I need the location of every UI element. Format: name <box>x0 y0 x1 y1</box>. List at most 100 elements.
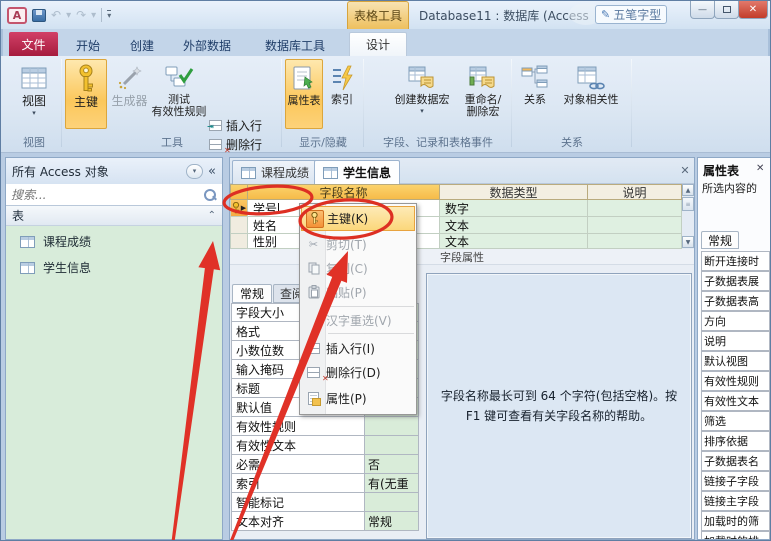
grid-header-description[interactable]: 说明 <box>588 184 682 200</box>
redo-dropdown-icon[interactable]: ▾ <box>91 10 96 21</box>
property-sheet-button[interactable]: 属性表 <box>285 59 323 129</box>
menu-item-insert-rows[interactable]: ⇥ 插入行(I) <box>301 336 415 360</box>
nav-item-student-info[interactable]: 学生信息 <box>6 255 222 280</box>
contextual-tool-tab[interactable]: 表格工具 <box>347 1 409 29</box>
sheet-row[interactable]: 加载时的排 <box>701 531 770 539</box>
property-sheet-close-icon[interactable]: ✕ <box>756 163 764 174</box>
shutter-bar-close-icon[interactable]: « <box>208 164 216 179</box>
scroll-up-icon[interactable]: ▲ <box>682 184 694 196</box>
relationships-button[interactable]: 关系 <box>515 59 555 129</box>
sheet-row[interactable]: 断开连接时 <box>701 251 770 271</box>
property-value[interactable] <box>365 493 419 512</box>
property-name[interactable]: 有效性文本 <box>231 436 365 455</box>
grid-vertical-scrollbar[interactable]: ▲ ≡ ▼ <box>682 184 694 249</box>
builder-button[interactable]: 生成器 <box>108 59 151 129</box>
description-cell[interactable] <box>588 217 682 234</box>
sheet-row[interactable]: 子数据表展 <box>701 271 770 291</box>
sheet-row[interactable]: 筛选 <box>701 411 770 431</box>
group-separator <box>631 59 632 147</box>
menu-item-delete-rows[interactable]: ✕ 删除行(D) <box>301 360 415 384</box>
access-logo-icon[interactable]: A <box>7 6 27 24</box>
sheet-row[interactable]: 排序依据 <box>701 431 770 451</box>
description-cell[interactable] <box>588 234 682 249</box>
row-selector[interactable] <box>230 217 248 234</box>
current-row-marker: ▶ <box>240 204 247 212</box>
tab-external-data[interactable]: 外部数据 <box>171 35 243 56</box>
property-value[interactable]: 常规 <box>365 512 419 531</box>
property-value[interactable] <box>365 436 419 455</box>
table-icon <box>323 166 338 179</box>
relationships-icon <box>521 62 549 94</box>
property-name[interactable]: 必需 <box>231 455 365 474</box>
search-input[interactable] <box>6 187 202 202</box>
insert-rows-button[interactable]: ⇥ 插入行 <box>207 116 262 135</box>
scrollbar-thumb[interactable]: ≡ <box>682 197 694 211</box>
sheet-row[interactable]: 子数据表名 <box>701 451 770 471</box>
close-button[interactable]: ✕ <box>738 1 768 19</box>
row-selector-selected[interactable]: ▶ <box>230 200 248 217</box>
doc-tab-course-scores[interactable]: 课程成绩 <box>232 160 319 184</box>
nav-item-course-scores[interactable]: 课程成绩 <box>6 229 222 254</box>
description-cell[interactable] <box>588 200 682 217</box>
undo-dropdown-icon[interactable]: ▾ <box>66 10 71 21</box>
grid-corner-header[interactable] <box>230 184 248 200</box>
property-name[interactable]: 文本对齐 <box>231 512 365 531</box>
close-document-icon[interactable]: ✕ <box>678 164 692 177</box>
customize-qat-icon[interactable]: ▾ <box>107 10 112 20</box>
sheet-row[interactable]: 说明 <box>701 331 770 351</box>
view-button[interactable]: 视图 ▾ <box>11 59 57 129</box>
tab-database-tools[interactable]: 数据库工具 <box>247 35 343 56</box>
primary-key-button[interactable]: 主键 <box>65 59 107 129</box>
sheet-row[interactable]: 有效性规则 <box>701 371 770 391</box>
tab-create[interactable]: 创建 <box>117 35 167 56</box>
row-selector[interactable] <box>230 234 248 249</box>
property-value[interactable]: 否 <box>365 455 419 474</box>
minimize-button[interactable]: — <box>690 1 715 19</box>
sheet-row[interactable]: 加载时的筛 <box>701 511 770 531</box>
create-data-macros-dropdown-icon: ▾ <box>420 107 424 115</box>
doc-tab-student-info-active[interactable]: 学生信息 <box>314 160 401 184</box>
nav-section-tables[interactable]: 表 ⌃ <box>6 206 222 226</box>
property-value[interactable] <box>365 417 419 436</box>
scroll-down-icon[interactable]: ▼ <box>682 236 694 248</box>
test-validation-button[interactable]: 测试 有效性规则 <box>151 59 207 129</box>
sheet-row[interactable]: 链接主字段 <box>701 491 770 511</box>
redo-icon[interactable]: ↷ <box>76 8 86 22</box>
property-sheet-tab-general[interactable]: 常规 <box>701 231 739 249</box>
menu-item-properties[interactable]: 属性(P) <box>301 386 415 410</box>
sheet-row[interactable]: 方向 <box>701 311 770 331</box>
search-icon[interactable] <box>202 187 218 203</box>
property-name[interactable]: 索引 <box>231 474 365 493</box>
undo-icon[interactable]: ↶ <box>51 8 61 22</box>
group-label-tools: 工具 <box>161 136 183 149</box>
menu-item-label: 剪切(T) <box>326 237 367 252</box>
sheet-row[interactable]: 默认视图 <box>701 351 770 371</box>
save-icon[interactable] <box>32 8 46 22</box>
data-type-cell[interactable]: 数字 <box>440 200 588 217</box>
sheet-row[interactable]: 链接子字段 <box>701 471 770 491</box>
tab-file[interactable]: 文件 <box>9 32 58 56</box>
indexes-button[interactable]: 索引 <box>324 59 360 129</box>
create-data-macros-button[interactable]: 创建数据宏 ▾ <box>389 59 455 129</box>
menu-item-primary-key[interactable]: 主键(K) <box>301 206 415 231</box>
maximize-button[interactable] <box>714 1 739 19</box>
data-type-cell[interactable]: 文本 <box>440 234 588 249</box>
tab-home[interactable]: 开始 <box>63 35 113 56</box>
sheet-row[interactable]: 子数据表高 <box>701 291 770 311</box>
nav-menu-dropdown-icon[interactable]: ▾ <box>186 163 204 179</box>
table-icon <box>241 166 256 179</box>
property-name[interactable]: 有效性规则 <box>231 417 365 436</box>
property-name[interactable]: 智能标记 <box>231 493 365 512</box>
collapse-section-icon[interactable]: ⌃ <box>208 210 216 221</box>
rename-delete-macro-button[interactable]: 重命名/ 删除宏 <box>455 59 511 129</box>
tab-design-active[interactable]: 设计 <box>349 32 407 56</box>
grid-header-field-name[interactable]: 字段名称 <box>248 184 440 200</box>
property-row: 必需否 <box>231 455 419 474</box>
object-dependencies-button[interactable]: 对象相关性 <box>555 59 627 129</box>
menu-item-label: 插入行(I) <box>326 341 375 356</box>
sheet-row[interactable]: 有效性文本 <box>701 391 770 411</box>
grid-header-data-type[interactable]: 数据类型 <box>440 184 588 200</box>
property-value[interactable]: 有(无重 <box>365 474 419 493</box>
data-type-cell[interactable]: 文本 <box>440 217 588 234</box>
tab-general[interactable]: 常规 <box>232 284 272 303</box>
